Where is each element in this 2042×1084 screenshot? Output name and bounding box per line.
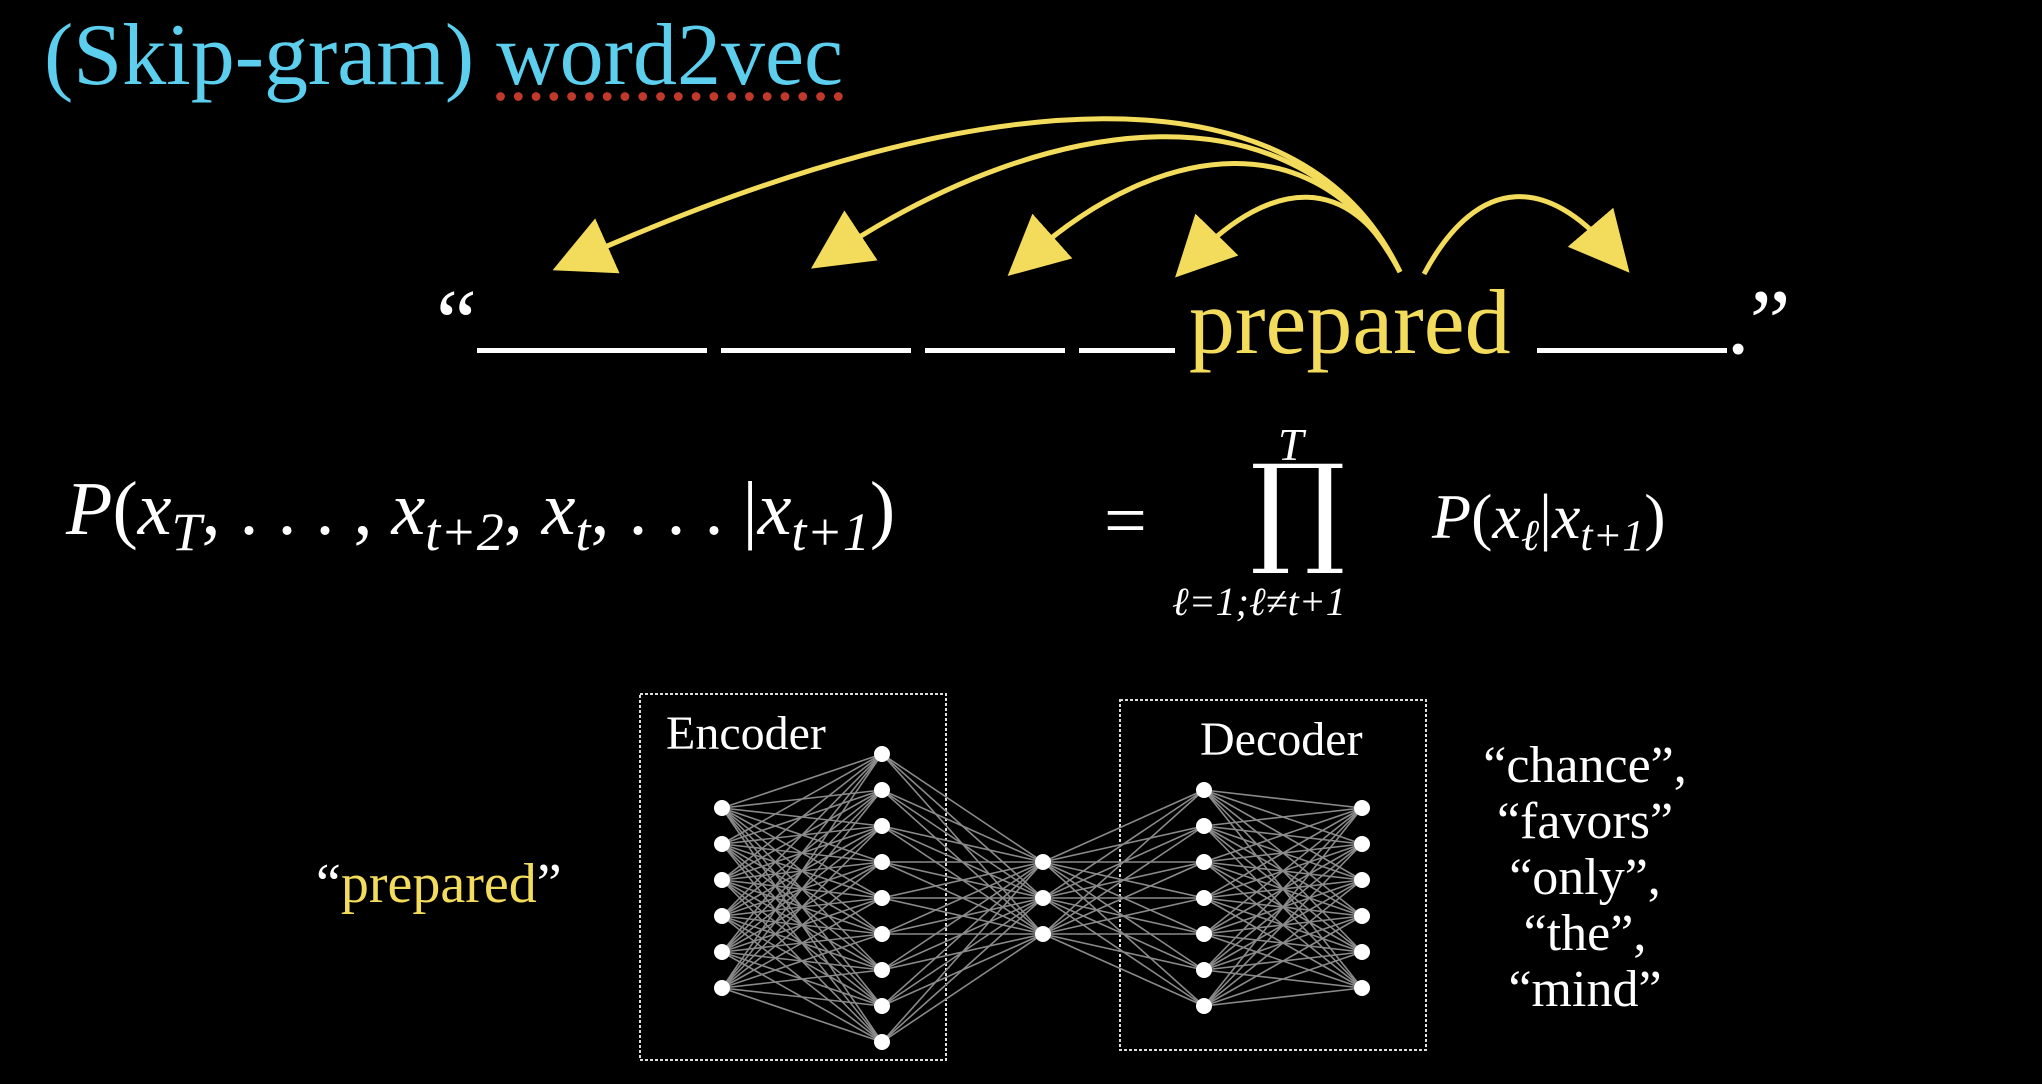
network-edge [1203, 843, 1363, 1007]
neuron-layer-2 [874, 746, 890, 762]
neuron-layer-4 [1196, 818, 1212, 834]
network-edge [721, 969, 883, 989]
network-edge [1203, 807, 1363, 827]
network-edge [881, 825, 1044, 863]
neuron-layer-2 [874, 926, 890, 942]
neuron-layer-3 [1035, 926, 1051, 942]
network-edge [1042, 933, 1205, 971]
encoder-decoder-network [639, 693, 1427, 1061]
neuron-layer-3 [1035, 890, 1051, 906]
neuron-layer-1 [714, 800, 730, 816]
neuron-layer-1 [714, 908, 730, 924]
input-open-quote: “ [316, 853, 341, 915]
neuron-layer-4 [1196, 998, 1212, 1014]
input-close-quote: ” [536, 853, 562, 915]
neuron-layer-2 [874, 782, 890, 798]
neuron-layer-1 [714, 944, 730, 960]
neuron-layer-1 [714, 836, 730, 852]
network-edge [721, 987, 883, 1007]
neuron-layer-3 [1035, 854, 1051, 870]
network-edge [721, 753, 883, 845]
neuron-layer-2 [874, 890, 890, 906]
network-edge [1203, 879, 1363, 1007]
output-word: “favors” [1496, 793, 1674, 850]
neuron-layer-4 [1196, 890, 1212, 906]
neuron-layer-5 [1354, 908, 1370, 924]
network-edge [1203, 807, 1363, 971]
neuron-layer-5 [1354, 944, 1370, 960]
network-edge [721, 753, 883, 881]
neuron-layer-2 [874, 962, 890, 978]
neuron-layer-1 [714, 980, 730, 996]
neuron-layer-4 [1196, 962, 1212, 978]
neuron-layer-4 [1196, 854, 1212, 870]
network-edge [1203, 807, 1363, 935]
network-edge [1203, 807, 1363, 899]
neuron-layer-5 [1354, 872, 1370, 888]
network-edge [1042, 933, 1205, 1007]
network-edge [881, 897, 1044, 1043]
network-edge [881, 753, 1044, 863]
output-word: “mind” [1508, 961, 1662, 1018]
neuron-layer-5 [1354, 836, 1370, 852]
neuron-layer-5 [1354, 980, 1370, 996]
network-edge [721, 861, 883, 989]
network-edge [1203, 807, 1363, 1007]
network-edge [1203, 789, 1363, 809]
network-edge [881, 861, 1044, 1043]
network-edge [1203, 915, 1363, 1007]
network-nodes [714, 746, 1370, 1050]
output-word: “the”, [1523, 905, 1647, 962]
network-edge [721, 789, 883, 989]
neuron-layer-2 [874, 854, 890, 870]
output-words: “chance”, “favors” “only”, “the”, “mind” [1460, 738, 1710, 1018]
neuron-layer-5 [1354, 800, 1370, 816]
neuron-layer-2 [874, 818, 890, 834]
input-word: “prepared” [316, 852, 562, 916]
decoder-label: Decoder [1200, 713, 1363, 766]
neuron-layer-4 [1196, 782, 1212, 798]
network-edge [1203, 987, 1363, 1007]
network-edge [1042, 825, 1205, 935]
network-edge [721, 897, 883, 989]
network-edge [1042, 789, 1205, 899]
network-edge [1042, 789, 1205, 863]
neuron-layer-2 [874, 998, 890, 1014]
network-edge [881, 789, 1044, 863]
network-edge [721, 753, 883, 989]
neuron-layer-2 [874, 1034, 890, 1050]
network-edge [881, 933, 1044, 1043]
network-edge [721, 825, 883, 989]
network-edge [721, 753, 883, 953]
neuron-layer-4 [1196, 926, 1212, 942]
encoder-label: Encoder [666, 707, 826, 760]
input-word-text: prepared [340, 853, 537, 915]
output-word: “only”, [1509, 849, 1661, 906]
network-edge [721, 753, 883, 917]
slide: (Skip-gram) word2vec “prepared.” P(xT, .… [0, 0, 2042, 1084]
output-word: “chance”, [1483, 737, 1687, 794]
network-edge [881, 861, 1044, 971]
neuron-layer-1 [714, 872, 730, 888]
